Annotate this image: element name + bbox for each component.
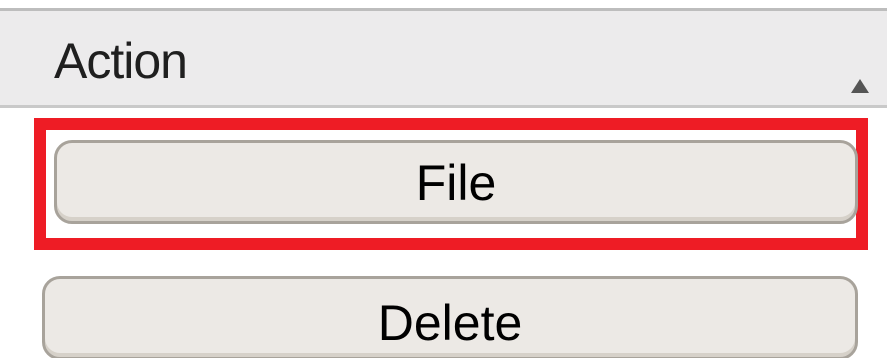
column-header-label: Action <box>54 33 188 89</box>
column-header-action[interactable]: Action <box>0 8 887 108</box>
file-button[interactable]: File <box>54 140 858 224</box>
delete-button[interactable]: Delete <box>42 276 858 358</box>
action-column: Action File Delete <box>0 0 887 358</box>
sort-ascending-icon[interactable] <box>851 79 869 93</box>
